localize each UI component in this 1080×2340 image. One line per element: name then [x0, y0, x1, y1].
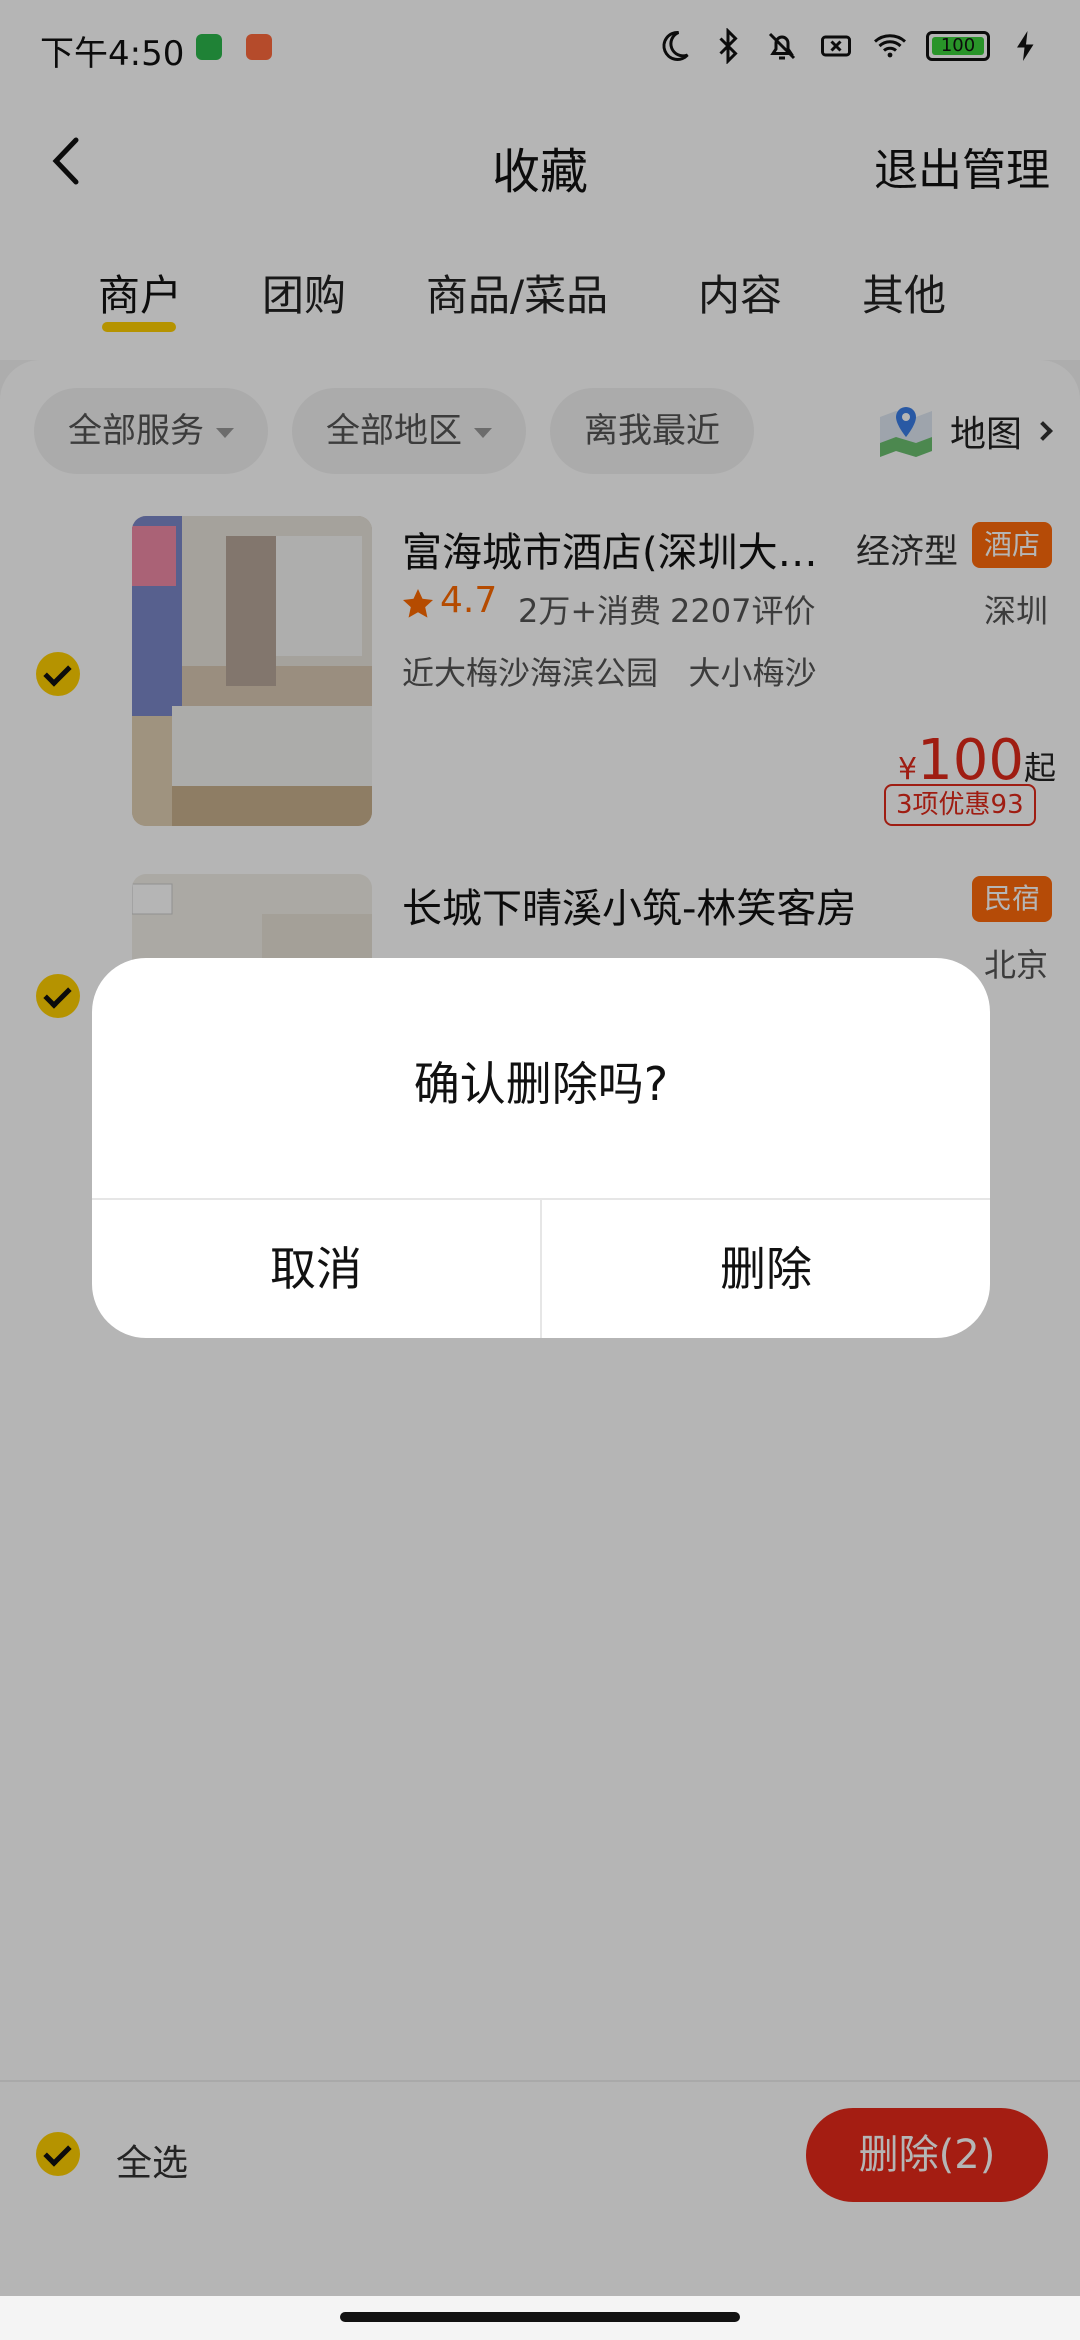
- home-indicator[interactable]: [340, 2312, 740, 2322]
- confirm-delete-dialog: 确认删除吗? 取消 删除: [92, 958, 990, 1338]
- confirm-delete-button[interactable]: 删除: [542, 1200, 990, 1338]
- favorites-screen: 下午4:50 100 收藏 退出管理 商户 团购 商品/菜品 内容 其他 全部服…: [0, 0, 1080, 2340]
- dialog-message: 确认删除吗?: [413, 1057, 669, 1111]
- cancel-button[interactable]: 取消: [92, 1200, 540, 1338]
